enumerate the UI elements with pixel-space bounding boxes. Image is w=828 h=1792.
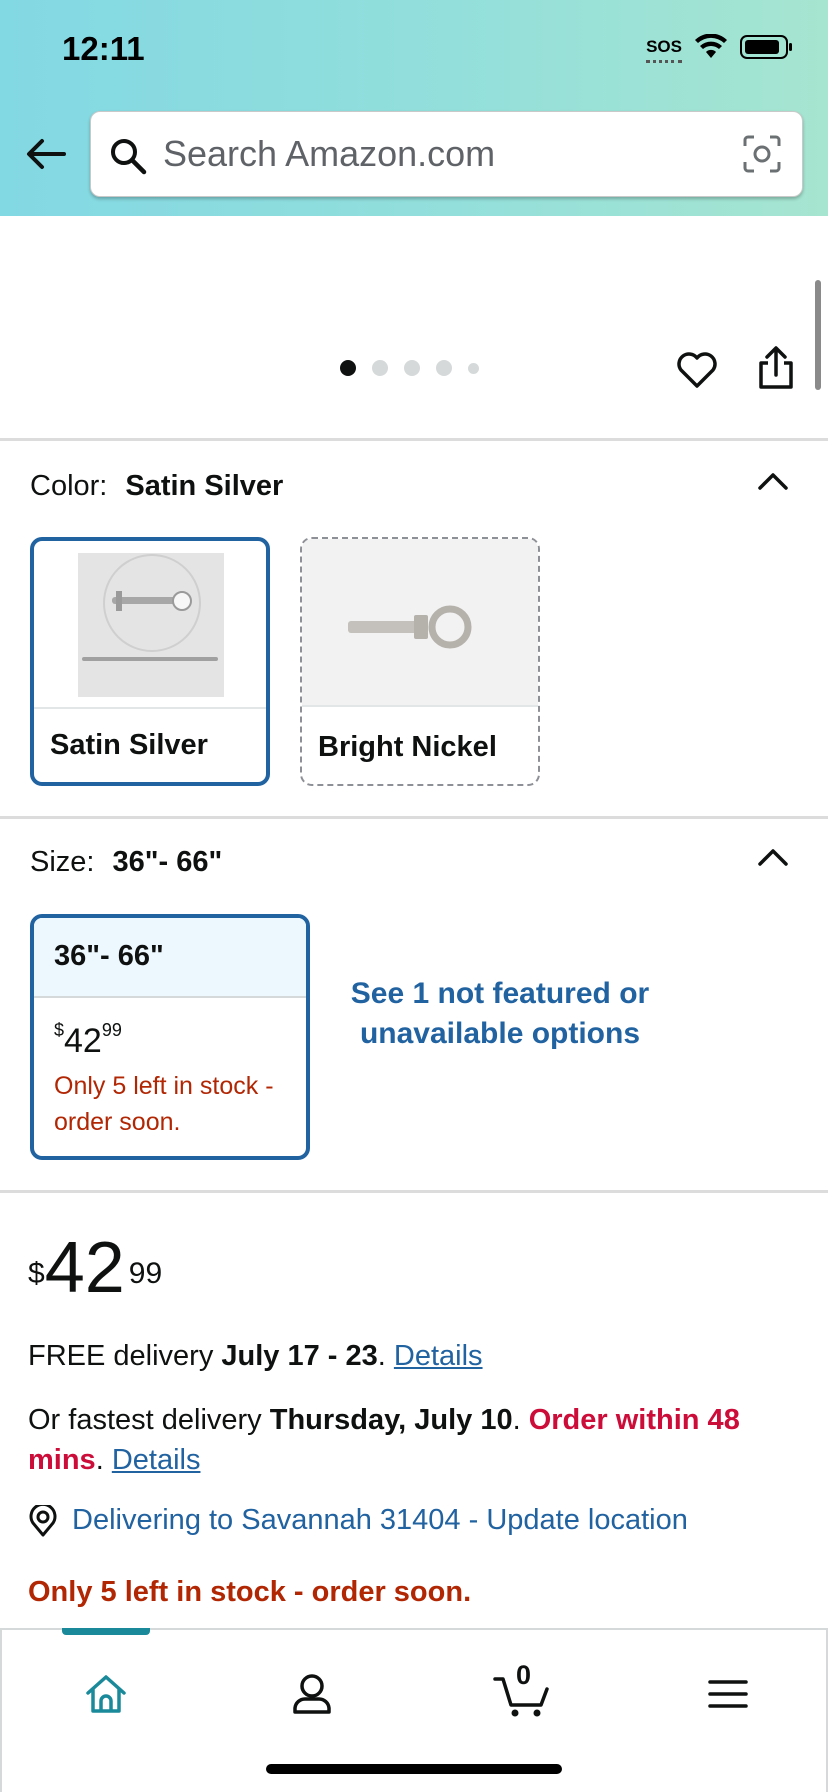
back-arrow-icon[interactable] bbox=[24, 132, 68, 176]
carousel-dot[interactable] bbox=[340, 360, 356, 376]
divider bbox=[0, 1190, 828, 1193]
satin-silver-thumbnail bbox=[34, 541, 266, 709]
camera-search-icon[interactable] bbox=[742, 134, 782, 174]
image-carousel-dots[interactable] bbox=[340, 360, 479, 376]
nav-menu[interactable] bbox=[698, 1664, 758, 1724]
size-option-stock: Only 5 left in stock - order soon. bbox=[54, 1072, 274, 1136]
nav-account[interactable] bbox=[282, 1664, 342, 1724]
location-pin-icon bbox=[29, 1504, 57, 1536]
battery-icon bbox=[740, 35, 792, 59]
see-unavailable-options-link[interactable]: See 1 not featured or unavailable option… bbox=[345, 974, 655, 1054]
delivery-location[interactable]: Delivering to Savannah 31404 - Update lo… bbox=[28, 1504, 688, 1537]
fast-delivery-date: Thursday, July 10 bbox=[269, 1404, 513, 1436]
fast-delivery-details-link[interactable]: Details bbox=[112, 1444, 201, 1476]
page-scrollbar[interactable] bbox=[815, 280, 821, 390]
size-label: Size: 36"- 66" bbox=[30, 846, 222, 879]
color-option-satin-silver[interactable]: Satin Silver bbox=[30, 537, 270, 786]
fastest-delivery-line: Or fastest delivery Thursday, July 10. O… bbox=[28, 1400, 798, 1480]
delivery-details-link[interactable]: Details bbox=[394, 1340, 483, 1372]
cart-count: 0 bbox=[516, 1660, 532, 1690]
status-time: 12:11 bbox=[62, 30, 145, 67]
status-icons: SOS bbox=[646, 34, 794, 63]
header: 12:11 SOS bbox=[0, 0, 828, 216]
nav-active-indicator bbox=[62, 1628, 150, 1635]
free-delivery-dates: July 17 - 23 bbox=[221, 1340, 378, 1372]
product-price: $42 99 bbox=[28, 1228, 162, 1308]
color-option-label: Bright Nickel bbox=[318, 731, 497, 763]
search-icon bbox=[111, 139, 147, 175]
nav-home[interactable] bbox=[76, 1664, 136, 1724]
stock-warning: Only 5 left in stock - order soon. bbox=[28, 1576, 472, 1608]
price-cents: 99 bbox=[128, 1257, 163, 1290]
wifi-icon bbox=[695, 34, 727, 58]
chevron-up-icon[interactable] bbox=[757, 470, 789, 492]
home-indicator bbox=[266, 1764, 562, 1774]
home-icon bbox=[86, 1675, 126, 1713]
sos-indicator: SOS bbox=[646, 37, 682, 63]
carousel-dot[interactable] bbox=[468, 362, 479, 374]
free-delivery-suffix: . bbox=[377, 1340, 394, 1372]
size-option-name: 36"- 66" bbox=[34, 918, 306, 998]
size-price-dollars: 42 bbox=[64, 1022, 102, 1060]
divider bbox=[0, 816, 828, 819]
color-label: Color: Satin Silver bbox=[30, 470, 283, 503]
heart-icon[interactable] bbox=[675, 348, 719, 392]
search-bar[interactable] bbox=[90, 111, 803, 197]
color-option-bright-nickel[interactable]: Bright Nickel bbox=[300, 537, 540, 786]
price-symbol: $ bbox=[28, 1257, 45, 1290]
fast-delivery-suffix: . bbox=[95, 1444, 112, 1476]
color-option-label: Satin Silver bbox=[50, 729, 208, 761]
color-label-text: Color: bbox=[30, 470, 108, 502]
hamburger-menu-icon bbox=[708, 1680, 748, 1708]
size-price-cents: 99 bbox=[101, 1019, 122, 1040]
free-delivery-line: FREE delivery July 17 - 23. Details bbox=[28, 1336, 798, 1376]
size-label-text: Size: bbox=[30, 846, 95, 878]
divider bbox=[0, 438, 828, 441]
size-price-symbol: $ bbox=[54, 1019, 65, 1040]
delivery-location-text[interactable]: Delivering to Savannah 31404 - Update lo… bbox=[72, 1504, 688, 1537]
fast-delivery-prefix: Or fastest delivery bbox=[28, 1404, 270, 1436]
carousel-dot[interactable] bbox=[436, 360, 452, 376]
price-dollars: 42 bbox=[44, 1228, 125, 1308]
free-delivery-prefix: FREE delivery bbox=[28, 1340, 222, 1372]
color-selected-value: Satin Silver bbox=[125, 470, 284, 502]
size-option-card[interactable]: 36"- 66" $4299 Only 5 left in stock - or… bbox=[30, 914, 310, 1160]
chevron-up-icon[interactable] bbox=[757, 846, 789, 868]
carousel-dot[interactable] bbox=[404, 360, 420, 376]
size-option-price: $4299 bbox=[54, 1019, 122, 1061]
nav-cart[interactable]: 0 bbox=[488, 1660, 558, 1724]
bright-nickel-thumbnail bbox=[302, 539, 538, 707]
user-icon bbox=[293, 1674, 331, 1714]
search-input[interactable] bbox=[163, 130, 723, 178]
carousel-dot[interactable] bbox=[372, 360, 388, 376]
size-selected-value: 36"- 66" bbox=[112, 846, 223, 878]
share-icon[interactable] bbox=[755, 345, 797, 391]
fast-delivery-sep: . bbox=[512, 1404, 529, 1436]
